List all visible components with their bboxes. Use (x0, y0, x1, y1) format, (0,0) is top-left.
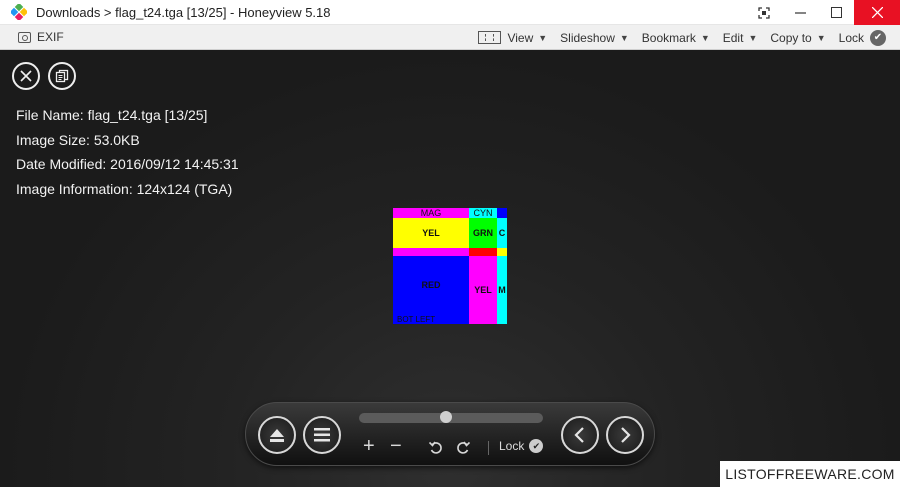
toolbar-menu: View ▼ Slideshow ▼ Bookmark ▼ Edit ▼ Cop… (478, 25, 900, 50)
image-block-magenta-strip (393, 248, 469, 256)
lock-toggle-control[interactable]: Lock ✔ (499, 439, 544, 453)
edit-label: Edit (722, 30, 744, 45)
minimize-icon (794, 12, 806, 14)
fullscreen-icon (758, 6, 770, 19)
image-label-c: C (497, 218, 507, 248)
close-window-button[interactable] (854, 0, 900, 25)
view-menu[interactable]: View ▼ (478, 31, 547, 45)
image-viewer[interactable]: File Name: flag_t24.tga [13/25] Image Si… (0, 51, 900, 487)
previous-image-button[interactable] (561, 416, 599, 454)
fullscreen-button[interactable] (746, 0, 782, 25)
chevron-down-icon: ▼ (619, 32, 629, 43)
edit-menu[interactable]: Edit ▼ (723, 31, 758, 45)
lock-label: Lock (838, 30, 864, 45)
eject-icon (270, 428, 284, 442)
chevron-right-icon (621, 427, 631, 443)
rotate-left-button[interactable] (428, 439, 443, 459)
lock-label: Lock (499, 439, 525, 453)
navigation-slider[interactable] (359, 411, 543, 423)
filmstrip-icon (478, 31, 502, 44)
slideshow-label: Slideshow (560, 30, 615, 45)
image-label-red: RED (393, 256, 469, 314)
title-bar: Downloads > flag_t24.tga [13/25] - Honey… (0, 0, 900, 25)
copy-info-button[interactable] (48, 62, 76, 90)
chevron-down-icon: ▼ (538, 32, 548, 43)
copy-to-label: Copy to (770, 30, 812, 45)
image-label-m: M (497, 256, 507, 324)
close-icon (871, 7, 883, 18)
toolbar: EXIF View ▼ Slideshow ▼ Bookmark ▼ Edit … (0, 25, 900, 50)
camera-icon (18, 31, 31, 43)
menu-button[interactable] (303, 416, 341, 454)
honeyview-app-icon (9, 2, 29, 22)
image-block-yellow-strip (497, 248, 507, 256)
rotate-right-icon (457, 441, 471, 454)
image-information-text: Image Information: 124x124 (TGA) (16, 180, 233, 197)
window-controls (746, 0, 900, 25)
slider-thumb[interactable] (439, 411, 452, 423)
slideshow-menu[interactable]: Slideshow ▼ (560, 31, 629, 45)
playback-control-bar: + − Lock ✔ (245, 402, 655, 466)
maximize-icon (830, 7, 842, 18)
bookmark-label: Bookmark (641, 30, 696, 45)
chevron-down-icon: ▼ (816, 32, 826, 43)
view-label: View (507, 30, 534, 45)
maximize-button[interactable] (818, 0, 854, 25)
zoom-in-button[interactable]: + (363, 436, 375, 456)
bookmark-menu[interactable]: Bookmark ▼ (642, 31, 710, 45)
displayed-image: MAG CYN YEL GRN C RED YEL M BOT LEFT (393, 208, 507, 324)
chevron-down-icon: ▼ (748, 32, 758, 43)
next-image-button[interactable] (606, 416, 644, 454)
image-info-panel: File Name: flag_t24.tga [13/25] Image Si… (16, 103, 239, 201)
image-block-blue-top (497, 208, 507, 218)
chevron-left-icon (574, 427, 584, 443)
watermark-label: LISTOFFREEWARE.COM (720, 461, 900, 487)
copy-document-icon (55, 69, 69, 83)
image-label-bot-left: BOT LEFT (393, 314, 469, 324)
exif-button[interactable]: EXIF (18, 30, 64, 44)
image-label-mag: MAG (393, 208, 469, 218)
close-info-button[interactable] (12, 62, 40, 90)
check-circle-icon: ✔ (529, 439, 544, 453)
check-circle-icon: ✔ (870, 29, 886, 46)
hamburger-menu-icon (314, 428, 330, 442)
image-label-grn: GRN (469, 218, 497, 248)
file-name-text: File Name: flag_t24.tga [13/25] (16, 107, 208, 123)
image-size-text: Image Size: 53.0KB (16, 131, 140, 148)
chevron-down-icon: ▼ (700, 32, 710, 43)
control-separator (488, 441, 489, 455)
date-modified-text: Date Modified: 2016/09/12 14:45:31 (16, 156, 239, 172)
image-label-yel-top: YEL (393, 218, 469, 248)
close-icon (20, 70, 32, 82)
zoom-out-button[interactable]: − (390, 436, 402, 456)
exif-label: EXIF (37, 30, 64, 44)
image-label-cyn: CYN (469, 208, 497, 218)
minimize-button[interactable] (782, 0, 818, 25)
copy-to-menu[interactable]: Copy to ▼ (770, 31, 825, 45)
image-label-yel-bottom: YEL (469, 256, 497, 324)
rotate-right-button[interactable] (456, 439, 471, 459)
lock-toggle[interactable]: Lock ✔ (838, 29, 886, 46)
eject-button[interactable] (258, 416, 296, 454)
rotate-left-icon (428, 441, 442, 454)
image-block-red-strip (469, 248, 497, 256)
window-title: Downloads > flag_t24.tga [13/25] - Honey… (36, 4, 331, 20)
